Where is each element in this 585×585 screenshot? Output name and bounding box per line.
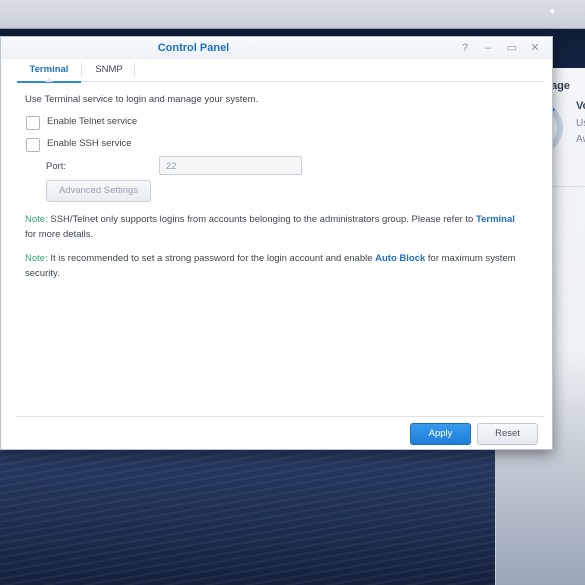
note-text: It is recommended to set a strong passwo… [47,253,376,264]
star-icon: ✦ [548,7,557,18]
terminal-help-link[interactable]: Terminal [476,214,515,225]
intro-text: Use Terminal service to login and manage… [25,94,259,105]
wallpaper-beach [0,450,495,585]
widget-used-label: Us [576,118,585,129]
tab-divider [81,63,82,77]
help-icon[interactable]: ? [458,41,472,55]
top-taskbar: ✦ [0,0,585,29]
note-tag: Note: [25,214,48,225]
apply-button[interactable]: Apply [410,423,471,445]
tab-divider [134,63,135,77]
telnet-checkbox[interactable] [26,116,40,130]
footer-divider [17,416,544,417]
note-tag: Note: [25,253,48,264]
widget-volume-label: Vo [576,100,585,112]
note-password: Note: It is recommended to set a strong … [25,251,520,281]
auto-block-link[interactable]: Auto Block [375,253,425,264]
port-label: Port: [46,161,67,172]
ssh-checkbox[interactable] [26,138,40,152]
widget-title: age [551,80,570,92]
port-input[interactable]: 22 [159,156,302,175]
telnet-label[interactable]: Enable Telnet service [47,116,137,127]
note-text: for more details. [25,229,94,240]
maximize-icon[interactable]: ▭ [505,41,519,55]
minimize-icon[interactable]: – [481,41,495,55]
reset-button[interactable]: Reset [477,423,538,445]
note-text: SSH/Telnet only supports logins from acc… [47,214,476,225]
tab-snmp[interactable]: SNMP [83,59,135,81]
control-panel-window: Control Panel ? – ▭ ✕ Terminal SNMP Use … [0,36,553,450]
window-title: Control Panel [157,42,230,54]
window-titlebar[interactable]: Control Panel ? – ▭ ✕ [1,37,552,59]
widget-available-label: Av [576,134,585,145]
close-icon[interactable]: ✕ [528,41,542,55]
advanced-settings-button[interactable]: Advanced Settings [46,180,151,202]
ssh-label[interactable]: Enable SSH service [47,138,131,149]
tab-bar: Terminal SNMP [17,59,544,83]
active-tab-caret-icon [45,78,53,82]
note-ssh-telnet: Note: SSH/Telnet only supports logins fr… [25,212,520,242]
